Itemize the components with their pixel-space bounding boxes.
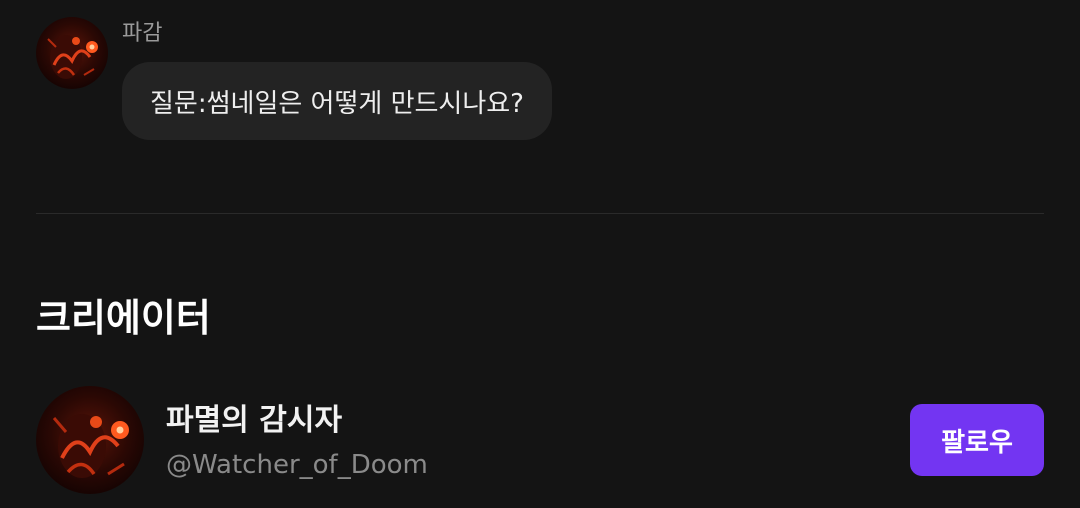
page: 파감 질문:썸네일은 어떻게 만드시나요? 크리에이터 파멸의 감시자 @Wat… — [0, 0, 1080, 508]
comment-text: 질문:썸네일은 어떻게 만드시나요? — [150, 88, 524, 119]
follow-button[interactable]: 팔로우 — [910, 404, 1044, 476]
comment-avatar[interactable] — [36, 17, 108, 89]
creator-avatar[interactable] — [36, 386, 144, 494]
avatar-image-icon — [36, 386, 144, 494]
comment-author[interactable]: 파감 — [122, 20, 162, 48]
section-heading: 크리에이터 — [36, 296, 211, 340]
comment-bubble: 질문:썸네일은 어떻게 만드시나요? — [122, 62, 552, 140]
creator-name[interactable]: 파멸의 감시자 — [166, 402, 342, 440]
divider — [36, 213, 1044, 214]
avatar-image-icon — [36, 17, 108, 89]
creator-handle[interactable]: @Watcher_of_Doom — [166, 449, 428, 481]
